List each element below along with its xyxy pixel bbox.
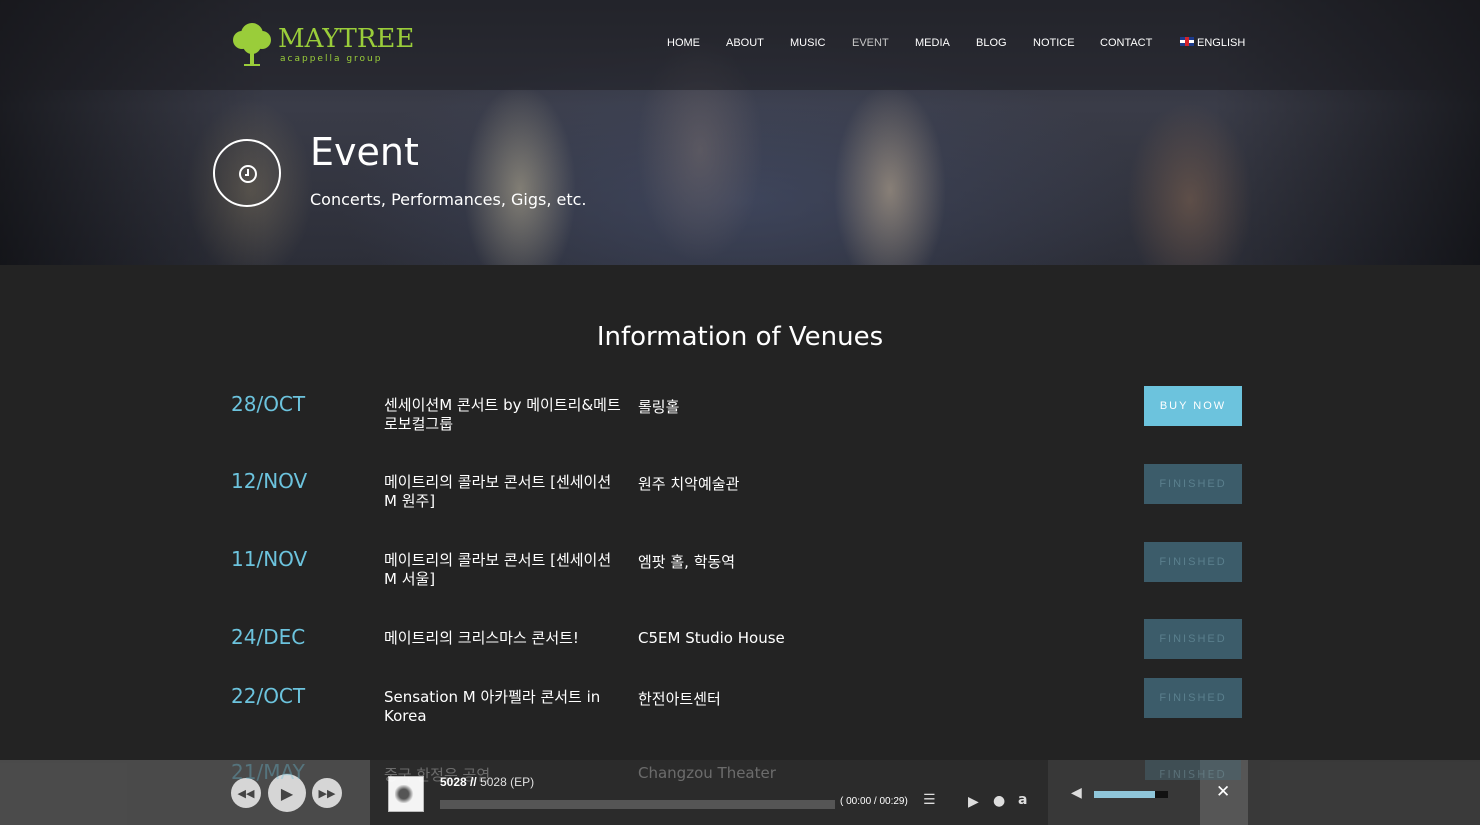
nav-media[interactable]: MEDIA [915,37,950,49]
event-title: Sensation M 아카펠라 콘서트 in Korea [384,688,601,725]
track-time: ( 00:00 / 00:29) [840,796,908,807]
event-venue: 롤링홀 [638,398,680,416]
apple-icon[interactable]: ● [993,793,1005,809]
nav-language[interactable]: ENGLISH [1180,37,1245,49]
event-title: 센세이션M 콘서트 by 메이트리&메트로보컬그룹 [384,396,621,433]
buy-now-button[interactable]: BUY NOW [1144,386,1242,426]
event-title: 메이트리의 콜라보 콘서트 [센세이션 M 원주] [384,473,612,510]
amazon-icon[interactable]: a [1018,792,1027,808]
event-date: 21/MAY [231,760,305,784]
brand-name: MAYTREE [278,24,415,54]
tree-logo-icon [233,23,271,66]
language-label: ENGLISH [1197,37,1246,49]
nav-music[interactable]: MUSIC [790,37,825,49]
event-date: 11/NOV [231,547,308,571]
event-row: 12/NOV 메이트리의 콜라보 콘서트 [센세이션 M 원주] 원주 치악예술… [0,464,1480,529]
close-icon[interactable]: ✕ [1216,782,1230,802]
event-row: 28/OCT 센세이션M 콘서트 by 메이트리&메트로보컬그룹 롤링홀 BUY… [0,386,1480,452]
finished-button[interactable]: FINISHED [1145,760,1241,780]
finished-button[interactable]: FINISHED [1144,678,1242,718]
nav-about[interactable]: ABOUT [726,37,764,49]
nav-blog[interactable]: BLOG [976,37,1007,49]
nav-notice[interactable]: NOTICE [1033,37,1075,49]
site-logo[interactable]: MAYTREE acappella group [230,20,414,70]
nav-event[interactable]: EVENT [852,37,889,49]
finished-button[interactable]: FINISHED [1144,619,1242,659]
clock-icon [213,139,281,207]
volume-icon[interactable]: ◀ [1071,785,1082,801]
event-row: 22/OCT Sensation M 아카펠라 콘서트 in Korea 한전아… [0,678,1480,744]
venues-heading: Information of Venues [596,322,884,352]
event-venue: C5EM Studio House [638,629,785,647]
event-title: 메이트리의 크리스마스 콘서트! [384,629,579,647]
event-title: 중국 한정은 공연 [384,766,491,784]
page-subtitle: Concerts, Performances, Gigs, etc. [310,190,587,209]
nav-home[interactable]: HOME [667,37,700,49]
event-row: 11/NOV 메이트리의 콜라보 콘서트 [센세이션 M 서울] 엠팟 홀, 학… [0,542,1480,607]
event-row: 24/DEC 메이트리의 크리스마스 콘서트! C5EM Studio Hous… [0,619,1480,685]
google-play-icon[interactable]: ▶ [968,794,979,810]
fast-forward-icon[interactable]: ▶▶ [312,778,342,808]
progress-bar[interactable] [440,800,835,809]
event-date: 28/OCT [231,392,306,416]
event-venue: 원주 치악예술관 [638,475,740,493]
event-date: 22/OCT [231,684,306,708]
page-title: Event [310,130,419,174]
playlist-icon[interactable]: ☰ [923,792,936,808]
nav-contact[interactable]: CONTACT [1100,37,1152,49]
volume-slider[interactable] [1094,791,1168,798]
event-title: 메이트리의 콜라보 콘서트 [센세이션 M 서울] [384,551,612,588]
event-venue: 한전아트센터 [638,690,721,708]
finished-button[interactable]: FINISHED [1144,464,1242,504]
brand-tagline: acappella group [280,54,383,64]
event-date: 12/NOV [231,469,308,493]
event-date: 24/DEC [231,625,306,649]
finished-button[interactable]: FINISHED [1144,542,1242,582]
event-venue: 엠팟 홀, 학동역 [638,553,736,571]
uk-flag-icon [1180,37,1194,46]
event-venue: Changzou Theater [638,764,776,782]
